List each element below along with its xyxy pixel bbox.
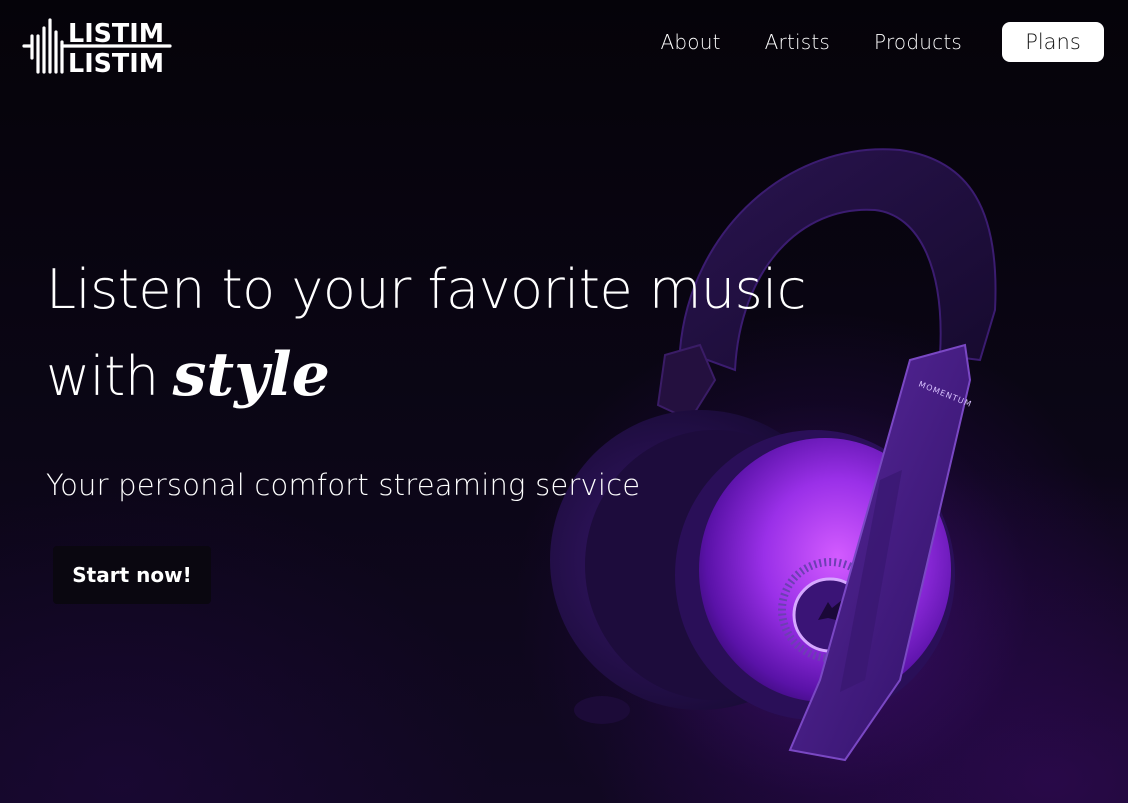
hero-subtitle: Your personal comfort streaming service <box>46 468 641 502</box>
logo-text-top: LISTIM <box>68 19 164 49</box>
start-now-button[interactable]: Start now! <box>53 546 211 604</box>
headphones-image: MOMENTUM <box>550 148 997 762</box>
logo-text-bottom: LISTIM <box>68 49 164 79</box>
hero-headline-line1: Listen to your favorite music <box>46 258 806 321</box>
main-nav: About Artists Products Plans <box>661 22 1104 62</box>
hero-headline-style: style <box>172 340 330 410</box>
nav-artists-link[interactable]: Artists <box>765 30 830 54</box>
hero-headline-line2: with style <box>46 340 330 410</box>
listim-logo[interactable]: LISTIM LISTIM <box>22 14 172 80</box>
hero-headline-with: with <box>46 345 159 408</box>
plans-button[interactable]: Plans <box>1002 22 1104 62</box>
nav-about-link[interactable]: About <box>661 30 721 54</box>
nav-products-link[interactable]: Products <box>874 30 962 54</box>
